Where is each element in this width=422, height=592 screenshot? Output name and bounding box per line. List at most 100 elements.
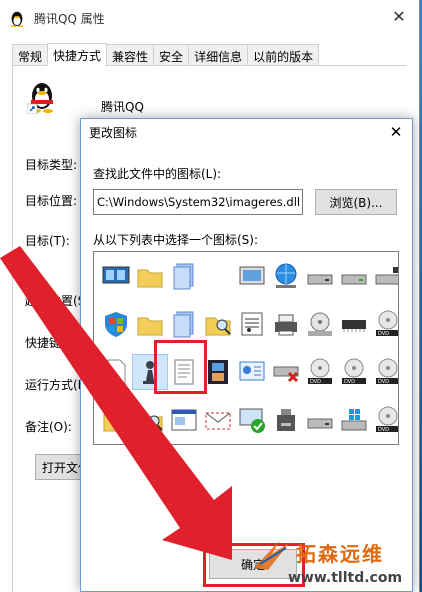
icon-cell-printer-icon[interactable] [268,306,304,342]
watermark-url: www.tlltd.com [288,570,403,586]
windows-drive-icon [341,409,367,431]
close-icon[interactable]: ✕ [379,0,419,32]
dialog-titlebar: 更改图标 [81,119,412,145]
svg-text:DVD: DVD [310,379,321,385]
icon-cell-drive-icon[interactable] [302,258,338,294]
icon-cell-folder-icon[interactable] [132,258,168,294]
icon-cell-folder-icon[interactable] [98,402,134,438]
icon-cell-folder-search-icon[interactable] [200,306,236,342]
icon-cell-picture-monitor-icon[interactable] [234,258,270,294]
control-panel-icon [239,361,265,381]
icon-cell-dvd-icon[interactable]: DVD [302,354,338,390]
folder-search-icon [205,317,231,336]
selected-icon-highlight-outline [154,340,207,394]
folder-icon [137,269,163,288]
label-run: 运行方式(R [25,378,87,392]
window-icon [171,409,197,431]
properties-titlebar: 腾讯QQ 属性 [0,0,419,36]
svg-text:DVD: DVD [378,331,389,337]
icon-cell-document-stack-icon[interactable] [166,258,202,294]
browse-button[interactable]: 浏览(B)... [315,189,397,215]
dialog-title: 更改图标 [89,125,138,140]
icon-cell-disc-drive-icon[interactable] [302,306,338,342]
icon-cell-drive-green-icon[interactable] [336,258,372,294]
watermark-brand: 拓森远维 [296,542,384,566]
icon-cell-folder-icon[interactable] [132,306,168,342]
drive-green-icon [341,274,367,285]
folder-icon [103,413,129,432]
tab-general[interactable]: 常规 [12,44,49,65]
label-start-in: 起始位置(S [25,294,86,308]
icon-cell-drive-lock-icon[interactable] [370,258,398,294]
document-stack-icon [173,263,194,290]
icon-list-label: 从以下列表中选择一个图标(S): [93,233,259,247]
tab-details[interactable]: 详细信息 [188,44,249,65]
icon-cell-blank-icon[interactable] [200,258,236,294]
svg-text:DVD: DVD [378,379,389,385]
monitor-check-icon [239,408,265,433]
icon-cell-dvd-icon[interactable]: DVD [336,354,372,390]
label-target-location: 目标位置: [25,194,78,208]
folder-icon [137,317,163,336]
windows-shield-icon [105,312,127,337]
icon-list[interactable]: DVD DVD DVD DVD DVD [93,251,399,445]
icon-cell-usb-drive-icon[interactable] [268,402,304,438]
icon-cell-dvd-icon[interactable]: DVD [370,402,398,438]
icon-cell-drive-icon[interactable] [302,402,338,438]
envelope-icon [205,412,231,430]
svg-text:DVD: DVD [344,379,355,385]
icon-cell-music-sheet-icon[interactable] [234,306,270,342]
icon-cell-monitor-check-icon[interactable] [234,402,270,438]
icon-cell-windows-drive-icon[interactable] [336,402,372,438]
globe-network-icon [275,263,297,288]
icon-cell-dvd-icon[interactable]: DVD [370,354,398,390]
tab-security[interactable]: 安全 [153,44,190,65]
icon-cell-document-stack-icon[interactable] [166,306,202,342]
icon-cell-globe-network-icon[interactable] [268,258,304,294]
printer-icon [275,314,297,336]
memory-chip-icon [342,320,366,332]
usb-drive-icon [277,409,295,431]
dvd-icon: DVD [376,406,398,433]
icon-cell-memory-chip-icon[interactable] [336,306,372,342]
icon-cell-dvd-icon[interactable]: DVD [370,306,398,342]
watermark-logo-icon [254,540,290,570]
tab-shortcut[interactable]: 快捷方式 [47,43,108,66]
tab-compatibility[interactable]: 兼容性 [106,44,155,65]
icon-cell-blank-file-icon[interactable] [98,354,134,390]
icon-file-path-input[interactable] [93,189,303,215]
drive-error-icon [273,366,299,383]
app-name: 腾讯QQ [101,100,144,114]
search-file-label: 查找此文件中的图标(L): [93,167,222,181]
dvd-icon: DVD [342,358,366,385]
blank-icon [203,261,233,291]
tab-previous-versions[interactable]: 以前的版本 [247,44,320,65]
label-comment: 备注(O): [25,420,72,434]
svg-text:DVD: DVD [378,427,389,433]
icon-cell-monitor-group-icon[interactable] [98,258,134,294]
icon-cell-drive-error-icon[interactable] [268,354,304,390]
monitor-group-icon [102,266,130,284]
watermark: 拓森远维 www.tlltd.com [250,534,422,592]
dvd-icon: DVD [308,358,332,385]
blank-file-icon [107,359,126,385]
icon-cell-windows-shield-icon[interactable] [98,306,134,342]
qq-app-icon [27,83,53,114]
change-icon-dialog: 更改图标 ✕ 查找此文件中的图标(L): 浏览(B)... 从以下列表中选择一个… [80,118,413,592]
drive-lock-icon [375,267,398,285]
dvd-icon: DVD [376,358,398,385]
label-shortcut-key: 快捷键(K [25,336,74,350]
label-target: 目标(T): [25,234,70,248]
icon-cell-folder-search-icon[interactable] [132,402,168,438]
drive-icon [307,274,333,285]
drive-icon [307,418,333,429]
disc-drive-icon [308,312,332,336]
picture-monitor-icon [239,266,265,285]
icon-cell-window-icon[interactable] [166,402,202,438]
dialog-close-icon[interactable]: ✕ [382,119,410,145]
label-target-type: 目标类型: [25,158,78,172]
icon-cell-control-panel-icon[interactable] [234,354,270,390]
folder-search-icon [137,413,163,432]
document-stack-icon [173,311,194,338]
icon-cell-envelope-icon[interactable] [200,402,236,438]
